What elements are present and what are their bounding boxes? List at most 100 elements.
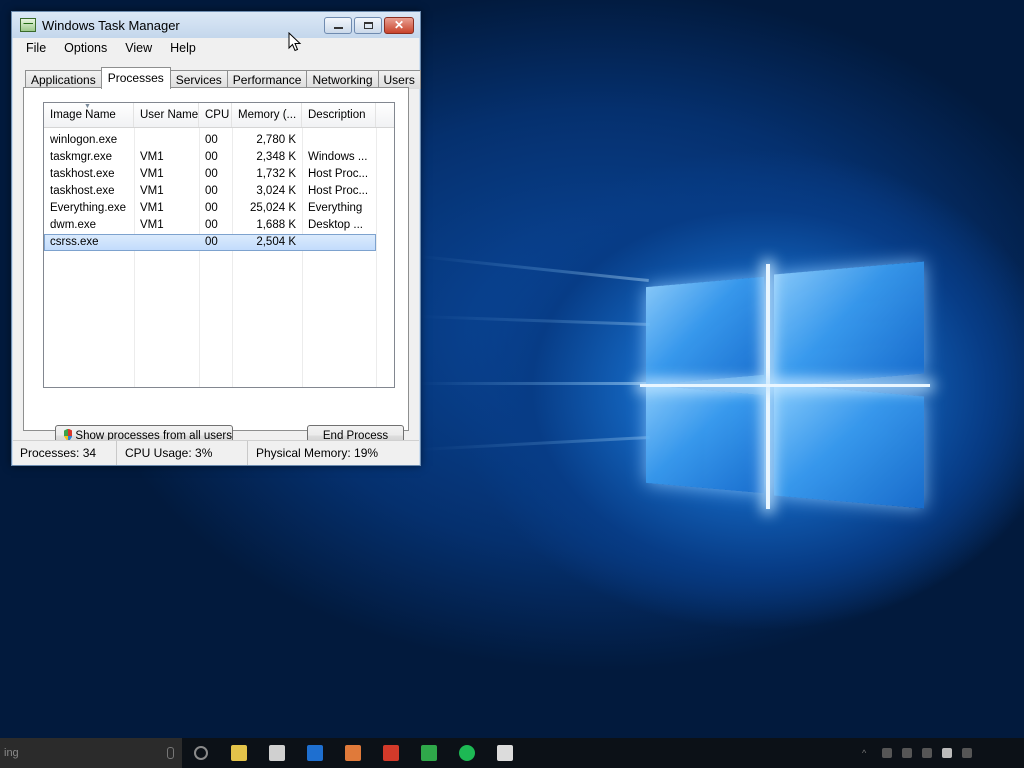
status-cpu-usage: CPU Usage: 3% (117, 441, 248, 465)
column-memory[interactable]: Memory (... (232, 103, 302, 127)
keyboard-icon[interactable] (962, 748, 972, 758)
store-icon-glyph (307, 745, 323, 761)
task-manager-icon (20, 18, 36, 32)
maximize-button[interactable] (354, 16, 382, 34)
window-controls: ✕ (324, 16, 414, 34)
process-memory: 25,024 K (249, 202, 296, 214)
process-description (302, 132, 376, 149)
process-user-name: VM1 (140, 185, 164, 197)
process-list[interactable]: ▼ Image Name User Name CPU Memory (... D… (43, 102, 395, 388)
mail-icon[interactable] (258, 738, 296, 768)
process-description: Windows ... (308, 151, 368, 163)
process-row[interactable]: winlogon.exe 00 2,780 K (44, 132, 394, 149)
process-description: Host Proc... (308, 168, 369, 180)
process-image-name: taskhost.exe (50, 168, 115, 180)
green-app-icon[interactable] (410, 738, 448, 768)
maximize-icon (363, 21, 373, 29)
window-title: Windows Task Manager (42, 17, 180, 33)
process-cpu: 00 (205, 236, 218, 248)
pinned-apps (182, 738, 524, 768)
system-tray: ^ ​ (862, 748, 1024, 758)
process-memory: 2,348 K (256, 151, 296, 163)
task-view-icon-glyph (194, 746, 208, 760)
chevron-up-icon[interactable]: ^ (862, 748, 872, 758)
taskbar: ing ^ ​ (0, 738, 1024, 768)
status-bar: Processes: 34 CPU Usage: 3% Physical Mem… (13, 440, 419, 465)
mail-icon-glyph (269, 745, 285, 761)
status-processes: Processes: 34 (13, 441, 117, 465)
spotify-icon-glyph (459, 745, 475, 761)
battery-icon[interactable] (882, 748, 892, 758)
menu-bar: File Options View Help (13, 38, 419, 58)
menu-help[interactable]: Help (161, 41, 205, 55)
column-description[interactable]: Description (302, 103, 376, 127)
process-image-name: winlogon.exe (50, 134, 118, 146)
spotify-icon[interactable] (448, 738, 486, 768)
list-body: winlogon.exe 00 2,780 K taskmgr.exe VM1 00 2,3… (44, 128, 394, 387)
process-image-name: Everything.exe (50, 202, 127, 214)
column-user-name[interactable]: User Name (134, 103, 199, 127)
file-explorer-icon[interactable] (220, 738, 258, 768)
column-image-name[interactable]: ▼ Image Name (44, 103, 134, 127)
process-memory: 2,780 K (256, 134, 296, 146)
file-explorer-icon-glyph (231, 745, 247, 761)
minimize-icon (333, 26, 343, 29)
process-user-name: VM1 (140, 168, 164, 180)
status-physical-memory: Physical Memory: 19% (256, 446, 379, 460)
menu-options[interactable]: Options (55, 41, 116, 55)
process-image-name: taskmgr.exe (50, 151, 112, 163)
document-icon-glyph (497, 745, 513, 761)
processes-panel: ▼ Image Name User Name CPU Memory (... D… (23, 87, 409, 446)
process-user-name (134, 234, 199, 251)
tab-strip: Applications Processes Services Performa… (25, 67, 421, 89)
tab-processes[interactable]: Processes (100, 67, 171, 89)
process-cpu: 00 (205, 219, 218, 231)
process-user-name: VM1 (140, 202, 164, 214)
process-row[interactable]: taskmgr.exe VM1 00 2,348 K Windows ... (44, 149, 394, 166)
process-description (302, 234, 376, 251)
microphone-icon (167, 747, 174, 759)
windows-logo (640, 240, 940, 540)
process-image-name: csrss.exe (50, 236, 99, 248)
minimize-button[interactable] (324, 16, 352, 34)
close-button[interactable]: ✕ (384, 16, 414, 34)
paint-icon[interactable] (334, 738, 372, 768)
taskbar-clock[interactable]: ​ (982, 748, 1016, 758)
process-row[interactable]: Everything.exe VM1 00 25,024 K Everything (44, 200, 394, 217)
volume-icon[interactable] (922, 748, 932, 758)
task-manager-window[interactable]: Windows Task Manager ✕ File Options View… (11, 11, 421, 466)
store-icon[interactable] (296, 738, 334, 768)
sort-arrow-icon: ▼ (84, 103, 91, 110)
green-app-icon-glyph (421, 745, 437, 761)
process-description: Host Proc... (308, 185, 369, 197)
taskbar-search-box[interactable]: ing (0, 738, 182, 768)
title-bar[interactable]: Windows Task Manager ✕ (12, 12, 420, 38)
process-memory: 1,732 K (256, 168, 296, 180)
paint-icon-glyph (345, 745, 361, 761)
process-description: Desktop ... (308, 219, 363, 231)
process-cpu: 00 (205, 185, 218, 197)
close-icon: ✕ (393, 18, 405, 32)
process-user-name: VM1 (140, 151, 164, 163)
process-rows: winlogon.exe 00 2,780 K taskmgr.exe VM1 00 2,3… (44, 128, 394, 251)
process-row[interactable]: taskhost.exe VM1 00 1,732 K Host Proc... (44, 166, 394, 183)
process-row[interactable]: dwm.exe VM1 00 1,688 K Desktop ... (44, 217, 394, 234)
menu-view[interactable]: View (116, 41, 161, 55)
process-cpu: 00 (205, 151, 218, 163)
document-icon[interactable] (486, 738, 524, 768)
process-memory: 1,688 K (256, 219, 296, 231)
notification-icon[interactable] (942, 748, 952, 758)
task-view-icon[interactable] (182, 738, 220, 768)
network-icon[interactable] (902, 748, 912, 758)
menu-file[interactable]: File (17, 41, 55, 55)
process-memory: 2,504 K (256, 236, 296, 248)
process-row[interactable]: taskhost.exe VM1 00 3,024 K Host Proc... (44, 183, 394, 200)
process-user-name: VM1 (140, 219, 164, 231)
process-row[interactable]: csrss.exe 00 2,504 K (44, 234, 376, 251)
client-area: Applications Processes Services Performa… (13, 58, 421, 465)
column-cpu[interactable]: CPU (199, 103, 232, 127)
red-app-icon[interactable] (372, 738, 410, 768)
search-placeholder: ing (4, 747, 19, 759)
process-cpu: 00 (205, 202, 218, 214)
process-user-name (134, 132, 199, 149)
